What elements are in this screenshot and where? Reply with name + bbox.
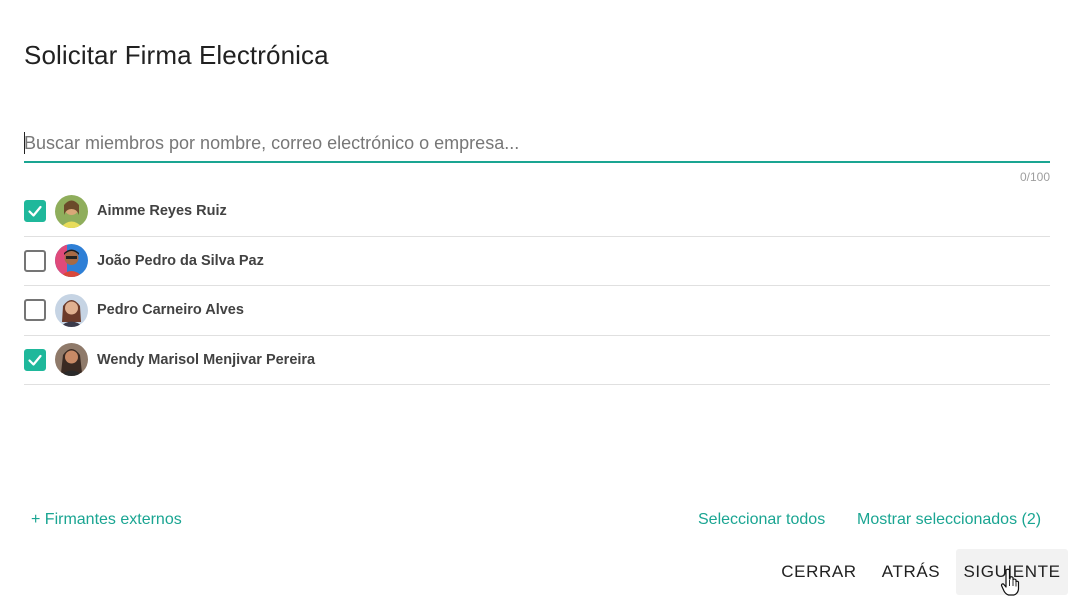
show-selected-link[interactable]: Mostrar seleccionados (2) [857,511,1041,529]
member-list: Aimme Reyes Ruiz João Pedro da Silva Paz… [24,187,1050,385]
hand-pointer-icon [1000,568,1020,596]
member-row[interactable]: Wendy Marisol Menjivar Pereira [24,336,1050,385]
search-input[interactable] [24,122,1050,163]
avatar [55,244,88,278]
back-button[interactable]: ATRÁS [872,549,950,595]
member-row[interactable]: João Pedro da Silva Paz [24,237,1050,286]
checkmark-icon [28,354,42,366]
search-field[interactable] [24,122,1050,166]
member-row[interactable]: Aimme Reyes Ruiz [24,187,1050,237]
member-name: Wendy Marisol Menjivar Pereira [97,351,316,368]
text-caret [24,132,25,154]
member-name: Aimme Reyes Ruiz [97,203,227,220]
close-button[interactable]: CERRAR [775,549,863,595]
select-all-link[interactable]: Seleccionar todos [698,511,825,529]
member-checkbox[interactable] [24,200,46,223]
avatar [55,194,88,228]
member-row[interactable]: Pedro Carneiro Alves [24,286,1050,336]
member-name: Pedro Carneiro Alves [97,302,244,319]
avatar [55,293,88,327]
character-counter: 0/100 [1019,170,1050,184]
member-checkbox[interactable] [24,348,46,371]
member-name: João Pedro da Silva Paz [97,252,264,269]
member-checkbox[interactable] [24,249,46,272]
add-external-signers-link[interactable]: + Firmantes externos [31,511,182,529]
member-checkbox[interactable] [24,299,46,322]
dialog-title: Solicitar Firma Electrónica [24,40,329,70]
avatar [55,343,88,377]
checkmark-icon [28,206,42,217]
